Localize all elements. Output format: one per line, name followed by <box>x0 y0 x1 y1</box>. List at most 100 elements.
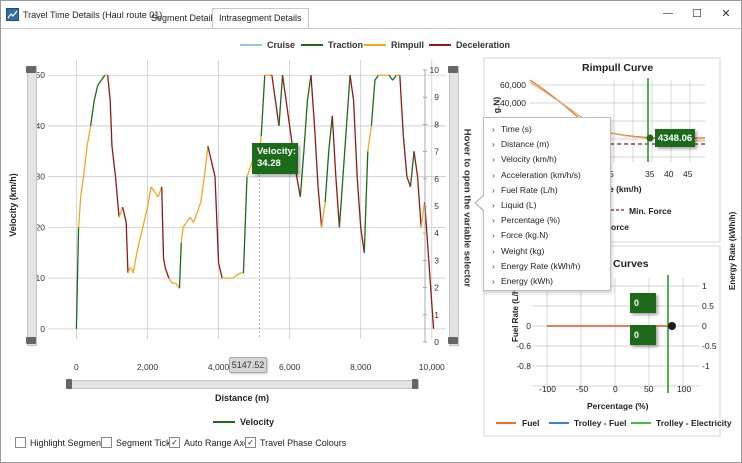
chevron-right-icon: › <box>492 260 495 271</box>
chevron-right-icon: › <box>492 215 495 226</box>
cruise-swatch <box>240 44 262 46</box>
checkbox-box[interactable]: ✓ <box>245 437 256 448</box>
maximize-button[interactable]: ☐ <box>683 4 711 22</box>
auto-range-axes-checkbox[interactable]: ✓ Auto Range Axes <box>169 437 254 448</box>
chevron-right-icon: › <box>492 230 495 241</box>
energy-y-tick: -0.5 <box>702 341 717 351</box>
fuel-x-label: Percentage (%) <box>587 401 649 411</box>
chevron-right-icon: › <box>492 124 495 134</box>
fuel-x-tick: 50 <box>644 384 654 394</box>
variable-menu-label: Distance (m) <box>501 139 550 150</box>
variable-menu-item[interactable]: › Velocity (km/h) <box>492 154 557 164</box>
travel-phase-colours-checkbox[interactable]: ✓ Travel Phase Colours <box>245 437 346 448</box>
rimpull-y-label: g.N) <box>491 96 502 114</box>
variable-menu-label: Weight (kg) <box>501 245 545 256</box>
variable-menu-item[interactable]: › Liquid (L) <box>492 200 536 210</box>
variable-menu-item[interactable]: › Weight (kg) <box>492 246 544 256</box>
window-title: Travel Time Details (Haul route 01) <box>23 10 163 20</box>
checkbox-label: Segment Ticks <box>116 437 176 448</box>
left-slider-bottom-handle[interactable] <box>26 337 36 344</box>
legend-item-rimpull[interactable]: Rimpull <box>364 40 424 50</box>
velocity-axis-label: Velocity (km/h) <box>8 173 18 237</box>
rimpull-x-tick: 45 <box>683 169 693 179</box>
rimpull-x-tick: 40 <box>664 169 674 179</box>
right-slider-bottom-handle[interactable] <box>448 337 458 344</box>
variable-menu-label: Time (s) <box>501 124 532 134</box>
horizontal-range-slider[interactable] <box>67 380 419 389</box>
legend-item-traction[interactable]: Traction <box>301 40 363 50</box>
vertical-range-slider-left[interactable] <box>27 66 37 346</box>
energy-y-tick: -1 <box>702 361 710 371</box>
chevron-right-icon: › <box>492 139 495 150</box>
velocity-tooltip: Velocity: 34.28 <box>252 143 298 174</box>
horizontal-slider-right-handle[interactable] <box>412 379 418 389</box>
legend-label: Cruise <box>267 40 296 50</box>
left-slider-top-handle[interactable] <box>26 66 36 73</box>
variable-menu-item[interactable]: › Acceleration (km/h/s) <box>492 170 581 180</box>
horizontal-slider-left-handle[interactable] <box>66 379 72 389</box>
velocity-swatch <box>213 421 235 423</box>
chevron-right-icon: › <box>492 276 495 286</box>
checkbox-box[interactable] <box>15 437 26 448</box>
variable-menu-item[interactable]: › Percentage (%) <box>492 215 560 225</box>
traction-swatch <box>301 44 323 46</box>
title-bar: Travel Time Details (Haul route 01) Segm… <box>1 1 741 28</box>
variable-menu-label: Energy (kWh) <box>501 276 553 286</box>
energy-y-tick: 1 <box>702 281 707 291</box>
chevron-right-icon: › <box>492 184 495 195</box>
fuel-callout-2: 0 <box>630 325 656 345</box>
energy-y-tick: 0.5 <box>702 301 714 311</box>
rimpull-callout: 4348.06 <box>655 129 695 147</box>
checkbox-label: Highlight Segments <box>30 437 109 448</box>
variable-menu-item[interactable]: › Distance (m) <box>492 139 549 149</box>
energy-rate-axis-label: Energy Rate (kWh/h) <box>728 211 737 290</box>
velocity-legend-label: Velocity <box>240 417 275 427</box>
vertical-range-slider-right[interactable] <box>449 66 459 346</box>
legend-label: Rimpull <box>391 40 424 50</box>
intrasegment-content <box>1 28 741 463</box>
fuel-legend-fuel: Fuel <box>522 418 540 428</box>
minimize-button[interactable]: — <box>654 4 682 22</box>
velocity-legend: Velocity <box>213 417 274 427</box>
variable-menu-item[interactable]: › Force (kg.N) <box>492 230 548 240</box>
fuel-x-tick: 100 <box>677 384 692 394</box>
legend-item-deceleration[interactable]: Deceleration <box>429 40 510 50</box>
variable-menu-item[interactable]: › Energy Rate (kWh/h) <box>492 261 580 271</box>
right-slider-top-handle[interactable] <box>448 66 458 73</box>
min-force-legend: Min. Force <box>629 206 672 216</box>
rimpull-legend-partial: orce <box>611 222 629 232</box>
variable-menu-label: Percentage (%) <box>501 215 561 226</box>
checkbox-label: Auto Range Axes <box>184 437 254 448</box>
fuel-title: Curves <box>613 258 649 270</box>
fuel-legend-trolley-fuel: Trolley - Fuel <box>574 418 627 428</box>
fuel-x-tick: -100 <box>539 384 557 394</box>
close-button[interactable]: ✕ <box>712 4 740 22</box>
variable-menu-item[interactable]: › Fuel Rate (L/h) <box>492 185 558 195</box>
fuel-y-tick: -0.8 <box>516 361 531 371</box>
fuel-y-tick: -0.6 <box>516 341 531 351</box>
tab-intrasegment-details[interactable]: Intrasegment Details <box>212 8 309 28</box>
fuel-x-tick: 0 <box>613 384 618 394</box>
fuel-legend-trolley-electricity: Trolley - Electricity <box>656 418 732 428</box>
variable-selector-hint[interactable]: Hover to open the variable selector <box>462 129 473 287</box>
variable-selector-menu: › Time (s) › Distance (m) › Velocity (km/h) › A… <box>483 117 611 291</box>
variable-menu-item[interactable]: › Energy (kWh) <box>492 276 553 286</box>
rimpull-x-label: e (km/h) <box>609 184 642 194</box>
legend-item-cruise[interactable]: Cruise <box>240 40 295 50</box>
variable-menu-label: Force (kg.N) <box>501 230 549 241</box>
context-menu-pointer-inner <box>476 196 484 210</box>
fuel-x-tick: -50 <box>576 384 589 394</box>
segment-ticks-checkbox[interactable]: Segment Ticks <box>101 437 175 448</box>
checkbox-box[interactable] <box>101 437 112 448</box>
rimpull-title: Rimpull Curve <box>582 62 654 74</box>
variable-menu-label: Acceleration (km/h/s) <box>501 169 581 180</box>
legend-label: Traction <box>328 40 364 50</box>
variable-menu-label: Liquid (L) <box>501 200 537 210</box>
variable-menu-item[interactable]: › Time (s) <box>492 124 532 134</box>
variable-menu-label: Velocity (km/h) <box>501 154 557 165</box>
chevron-right-icon: › <box>492 200 495 210</box>
highlight-segments-checkbox[interactable]: Highlight Segments <box>15 437 108 448</box>
checkbox-box[interactable]: ✓ <box>169 437 180 448</box>
rimpull-swatch <box>364 44 386 46</box>
fuel-callout-1: 0 <box>630 293 656 313</box>
